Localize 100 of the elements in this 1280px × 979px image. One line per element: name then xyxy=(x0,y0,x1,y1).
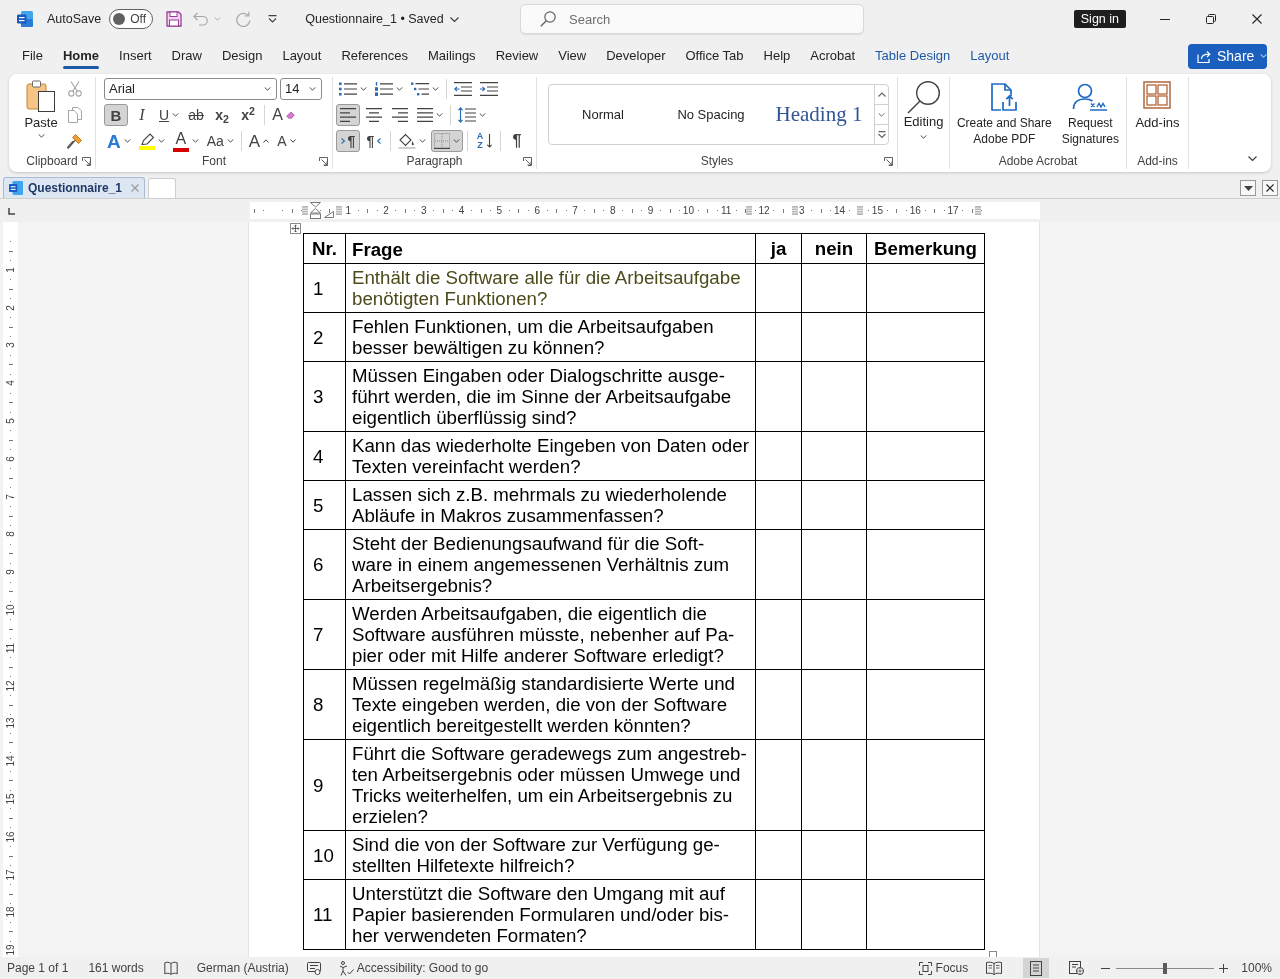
align-left-button[interactable] xyxy=(336,104,360,126)
text-predictions-icon[interactable] xyxy=(306,961,321,975)
document-title-button[interactable]: Questionnaire_1 • Saved xyxy=(305,9,459,29)
sign-in-button[interactable]: Sign in xyxy=(1073,10,1126,28)
subscript-button[interactable]: x$_{2}$ xyxy=(210,104,235,126)
zoom-slider-thumb[interactable] xyxy=(1163,962,1168,974)
italic-button[interactable]: I xyxy=(130,104,154,126)
menu-tab[interactable]: Insert xyxy=(109,41,162,71)
change-case-button[interactable]: Aa xyxy=(203,130,237,152)
indent-marker-icon[interactable] xyxy=(310,202,321,219)
customize-icon[interactable] xyxy=(268,15,278,23)
chevron-up-icon[interactable] xyxy=(877,92,886,97)
borders-button[interactable] xyxy=(431,130,463,152)
menu-tab[interactable]: Table Design xyxy=(865,41,961,71)
menu-tab[interactable]: File xyxy=(12,41,53,71)
caret-down-icon xyxy=(479,113,486,117)
clear-formatting-button[interactable]: A xyxy=(269,104,298,126)
restore-icon[interactable] xyxy=(1206,14,1216,24)
column-marker-icon[interactable] xyxy=(746,206,752,215)
zoom-in-icon[interactable] xyxy=(1219,963,1229,973)
grow-font-button[interactable]: A xyxy=(245,130,273,152)
style-option[interactable]: Heading 1 xyxy=(765,85,873,144)
left-to-right-button[interactable]: ¶ xyxy=(336,130,360,152)
font-name-combo[interactable]: Arial xyxy=(104,78,277,100)
menu-tab[interactable]: Layout xyxy=(960,41,1020,71)
print-layout-button[interactable] xyxy=(1023,958,1050,978)
menu-tab[interactable]: Mailings xyxy=(417,41,486,71)
ruler-number: 17 xyxy=(4,868,17,882)
toggle-knob-icon xyxy=(113,13,126,25)
column-marker-icon[interactable] xyxy=(975,206,981,215)
font-size-combo[interactable]: 14 xyxy=(280,78,322,100)
menu-tab[interactable]: Review xyxy=(485,41,549,71)
more-icon[interactable] xyxy=(877,131,886,138)
tab-selector-icon[interactable] xyxy=(8,208,15,215)
column-marker-icon[interactable] xyxy=(336,206,342,215)
share-button[interactable]: Share xyxy=(1188,43,1267,69)
menu-tab[interactable]: Design xyxy=(211,41,273,71)
focus-button[interactable]: Focus xyxy=(918,959,969,977)
dialog-launcher-icon[interactable] xyxy=(82,157,91,166)
collapse-ribbon-icon[interactable] xyxy=(1248,156,1257,161)
dialog-launcher-icon[interactable] xyxy=(523,157,532,166)
language-button[interactable]: German (Austria) xyxy=(196,959,289,977)
dialog-launcher-icon[interactable] xyxy=(884,157,893,166)
add-ins-button[interactable]: Add-ins xyxy=(1135,77,1180,153)
eraser-icon xyxy=(285,111,295,119)
close-icon[interactable] xyxy=(1252,14,1262,24)
zoom-slider[interactable] xyxy=(1116,962,1215,974)
caret-down-icon xyxy=(37,134,45,138)
chevron-down-icon[interactable] xyxy=(878,112,885,117)
superscript-button[interactable]: x$^{2}$ xyxy=(236,104,261,126)
tab-list-button[interactable] xyxy=(1240,180,1256,196)
document-tab[interactable]: Questionnaire_1 xyxy=(3,177,145,198)
menu-tab[interactable]: Home xyxy=(52,41,110,71)
shrink-font-button[interactable]: A xyxy=(274,130,299,152)
table-cell xyxy=(801,431,867,481)
dialog-launcher-icon[interactable] xyxy=(319,157,328,166)
bold-button[interactable]: B xyxy=(104,104,128,126)
acrobat-button[interactable]: Request Signatures xyxy=(1061,77,1120,153)
column-marker-icon[interactable] xyxy=(857,206,863,215)
menu-tab[interactable]: Draw xyxy=(161,41,212,71)
word-count[interactable]: 161 words xyxy=(88,959,144,977)
table-cell xyxy=(801,879,867,950)
editing-button[interactable]: Editing xyxy=(903,77,944,153)
table-move-handle-icon[interactable] xyxy=(290,223,301,234)
menu-tab[interactable]: Help xyxy=(753,41,801,71)
menu-tab[interactable]: Office Tab xyxy=(675,41,754,71)
strikethrough-button[interactable]: ab xyxy=(184,104,209,126)
book-icon[interactable] xyxy=(163,961,178,975)
accessibility-button[interactable]: Accessibility: Good to go xyxy=(338,959,489,977)
ruler-number: 11 xyxy=(4,641,17,655)
autosave-toggle[interactable]: Off xyxy=(109,9,154,29)
underline-button[interactable]: U xyxy=(156,104,183,126)
table-cell: 5 xyxy=(303,480,346,530)
page-count[interactable]: Page 1 of 1 xyxy=(7,959,69,977)
acrobat-button[interactable]: Create and Share Adobe PDF xyxy=(956,77,1052,153)
style-option[interactable]: Normal xyxy=(549,85,657,144)
column-header: Nr. xyxy=(303,233,346,264)
text-effects-button[interactable]: A xyxy=(104,130,134,152)
search-field[interactable]: Search xyxy=(520,4,864,34)
minimize-icon[interactable] xyxy=(1160,18,1170,20)
multilevel-list-icon xyxy=(411,82,429,96)
caret-down-icon xyxy=(449,16,459,22)
show-marks-button[interactable]: ¶ xyxy=(505,130,529,152)
close-document-button[interactable] xyxy=(1262,180,1278,196)
right-to-left-button[interactable]: ¶ xyxy=(362,130,386,152)
menu-tab[interactable]: Developer xyxy=(596,41,676,71)
column-marker-icon[interactable] xyxy=(302,206,308,215)
paste-button[interactable]: Paste xyxy=(19,77,63,153)
menu-tab[interactable]: View xyxy=(548,41,597,71)
column-marker-icon[interactable] xyxy=(792,206,798,215)
save-icon[interactable] xyxy=(166,11,183,27)
menu-tab[interactable]: Acrobat xyxy=(800,41,866,71)
font-color-button[interactable]: A xyxy=(169,130,202,152)
menu-tab[interactable]: Layout xyxy=(272,41,332,71)
menu-tab[interactable]: References xyxy=(331,41,418,71)
sort-button[interactable]: AZ xyxy=(472,130,496,152)
paintbrush-icon[interactable] xyxy=(67,133,83,149)
indent-marker-icon[interactable] xyxy=(324,211,334,218)
down-arrow-icon xyxy=(486,134,492,148)
style-option[interactable]: No Spacing xyxy=(657,85,765,144)
